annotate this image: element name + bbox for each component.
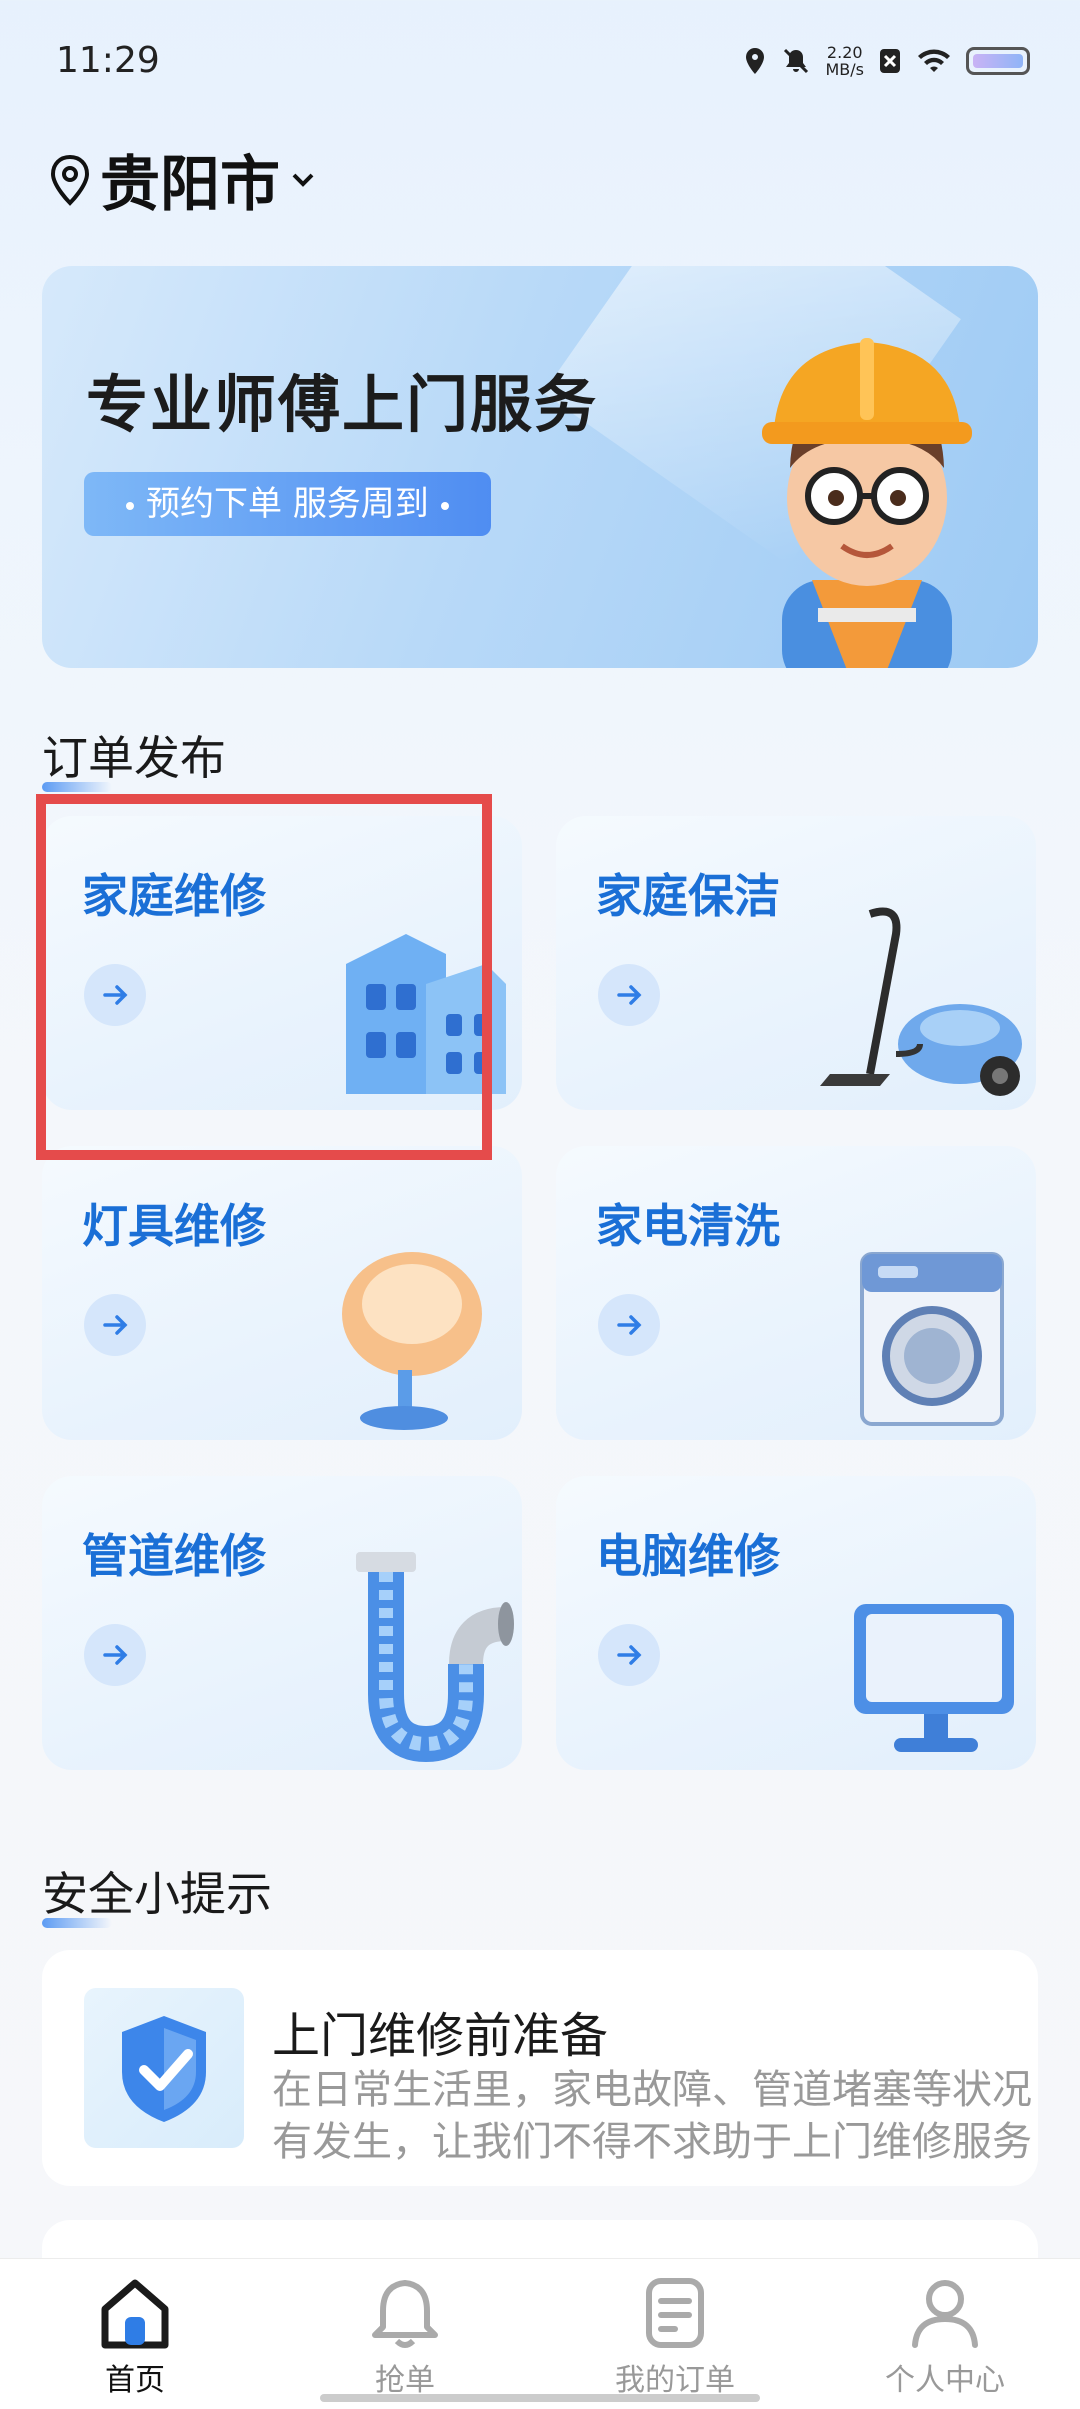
arrow-right-icon <box>84 1624 146 1686</box>
order-list-icon <box>646 2278 704 2348</box>
service-label: 电脑维修 <box>596 1529 780 1583</box>
nav-profile[interactable]: 个人中心 <box>810 2259 1080 2409</box>
bell-icon <box>372 2280 438 2348</box>
lamp-icon <box>342 1252 482 1430</box>
service-label: 管道维修 <box>82 1529 266 1583</box>
service-label: 家庭维修 <box>82 869 266 923</box>
home-indicator[interactable] <box>320 2394 760 2402</box>
chevron-down-icon <box>292 173 314 187</box>
orders-section-title: 订单发布 <box>42 722 226 792</box>
promo-banner[interactable]: 专业师傅上门服务 预约下单 服务周到 <box>42 266 1038 668</box>
nav-my-orders[interactable]: 我的订单 <box>540 2259 810 2409</box>
service-card-home-repair[interactable]: 家庭维修 <box>42 816 522 1110</box>
location-pin-icon <box>50 154 90 206</box>
arrow-right-icon <box>598 1624 660 1686</box>
tip-title: 上门维修前准备 <box>272 2008 609 2064</box>
arrow-right-icon <box>84 964 146 1026</box>
building-icon <box>346 934 506 1094</box>
shield-check-icon <box>84 1988 244 2148</box>
tip-line: 有发生，让我们不得不求助于上门维修服务 <box>272 2119 1032 2165</box>
service-label: 家庭保洁 <box>596 869 780 923</box>
tips-section-title: 安全小提示 <box>42 1858 272 1928</box>
battery-icon <box>966 47 1030 75</box>
nav-label: 个人中心 <box>885 2363 1005 2398</box>
banner-tag-right: 服务周到 <box>292 484 429 524</box>
sim-x-icon <box>880 49 900 73</box>
nav-home[interactable]: 首页 <box>0 2259 270 2409</box>
vacuum-icon <box>820 907 1022 1096</box>
banner-title: 专业师傅上门服务 <box>86 368 599 441</box>
banner-tag: 预约下单 服务周到 <box>84 472 491 536</box>
worker-illustration-icon <box>762 338 972 668</box>
service-card-pipe-repair[interactable]: 管道维修 <box>42 1476 522 1770</box>
monitor-icon <box>854 1604 1014 1752</box>
arrow-right-icon <box>598 964 660 1026</box>
bottom-nav: 首页 抢单 我的订单 个人中心 <box>0 2258 1080 2409</box>
banner-tag-left: 预约下单 <box>146 484 282 524</box>
washing-machine-icon <box>860 1252 1004 1426</box>
nav-label: 抢单 <box>375 2363 435 2398</box>
tip-line: 在日常生活里，家电故障、管道堵塞等状况 <box>272 2067 1032 2113</box>
status-icons: 2.20 MB/s <box>743 44 1030 78</box>
mute-bell-icon <box>784 48 809 74</box>
city-name: 贵阳市 <box>100 150 280 220</box>
service-card-appliance-cleaning[interactable]: 家电清洗 <box>556 1146 1036 1440</box>
nav-label: 我的订单 <box>615 2363 735 2398</box>
service-card-home-cleaning[interactable]: 家庭保洁 <box>556 816 1036 1110</box>
service-card-lamp-repair[interactable]: 灯具维修 <box>42 1146 522 1440</box>
status-bar: 11:29 2.20 MB/s <box>0 0 1080 120</box>
tip-card[interactable]: 上门维修前准备 在日常生活里，家电故障、管道堵塞等状况 有发生，让我们不得不求助… <box>42 1950 1038 2186</box>
service-label: 家电清洗 <box>596 1199 780 1253</box>
arrow-right-icon <box>598 1294 660 1356</box>
nav-grab-order[interactable]: 抢单 <box>270 2259 540 2409</box>
net-speed: 2.20 MB/s <box>825 44 864 78</box>
service-card-computer-repair[interactable]: 电脑维修 <box>556 1476 1036 1770</box>
wifi-icon <box>918 49 950 72</box>
status-time: 11:29 <box>56 40 160 81</box>
service-label: 灯具维修 <box>82 1199 266 1253</box>
location-status-icon <box>746 48 765 74</box>
pipe-icon <box>356 1552 514 1763</box>
net-speed-unit: MB/s <box>825 60 864 79</box>
location-selector[interactable]: 贵阳市 <box>48 136 318 223</box>
user-icon <box>912 2280 978 2348</box>
home-icon <box>101 2279 169 2349</box>
net-speed-value: 2.20 <box>826 43 863 62</box>
tip-description: 在日常生活里，家电故障、管道堵塞等状况 有发生，让我们不得不求助于上门维修服务 <box>272 2064 1038 2168</box>
arrow-right-icon <box>84 1294 146 1356</box>
nav-label: 首页 <box>105 2363 165 2398</box>
